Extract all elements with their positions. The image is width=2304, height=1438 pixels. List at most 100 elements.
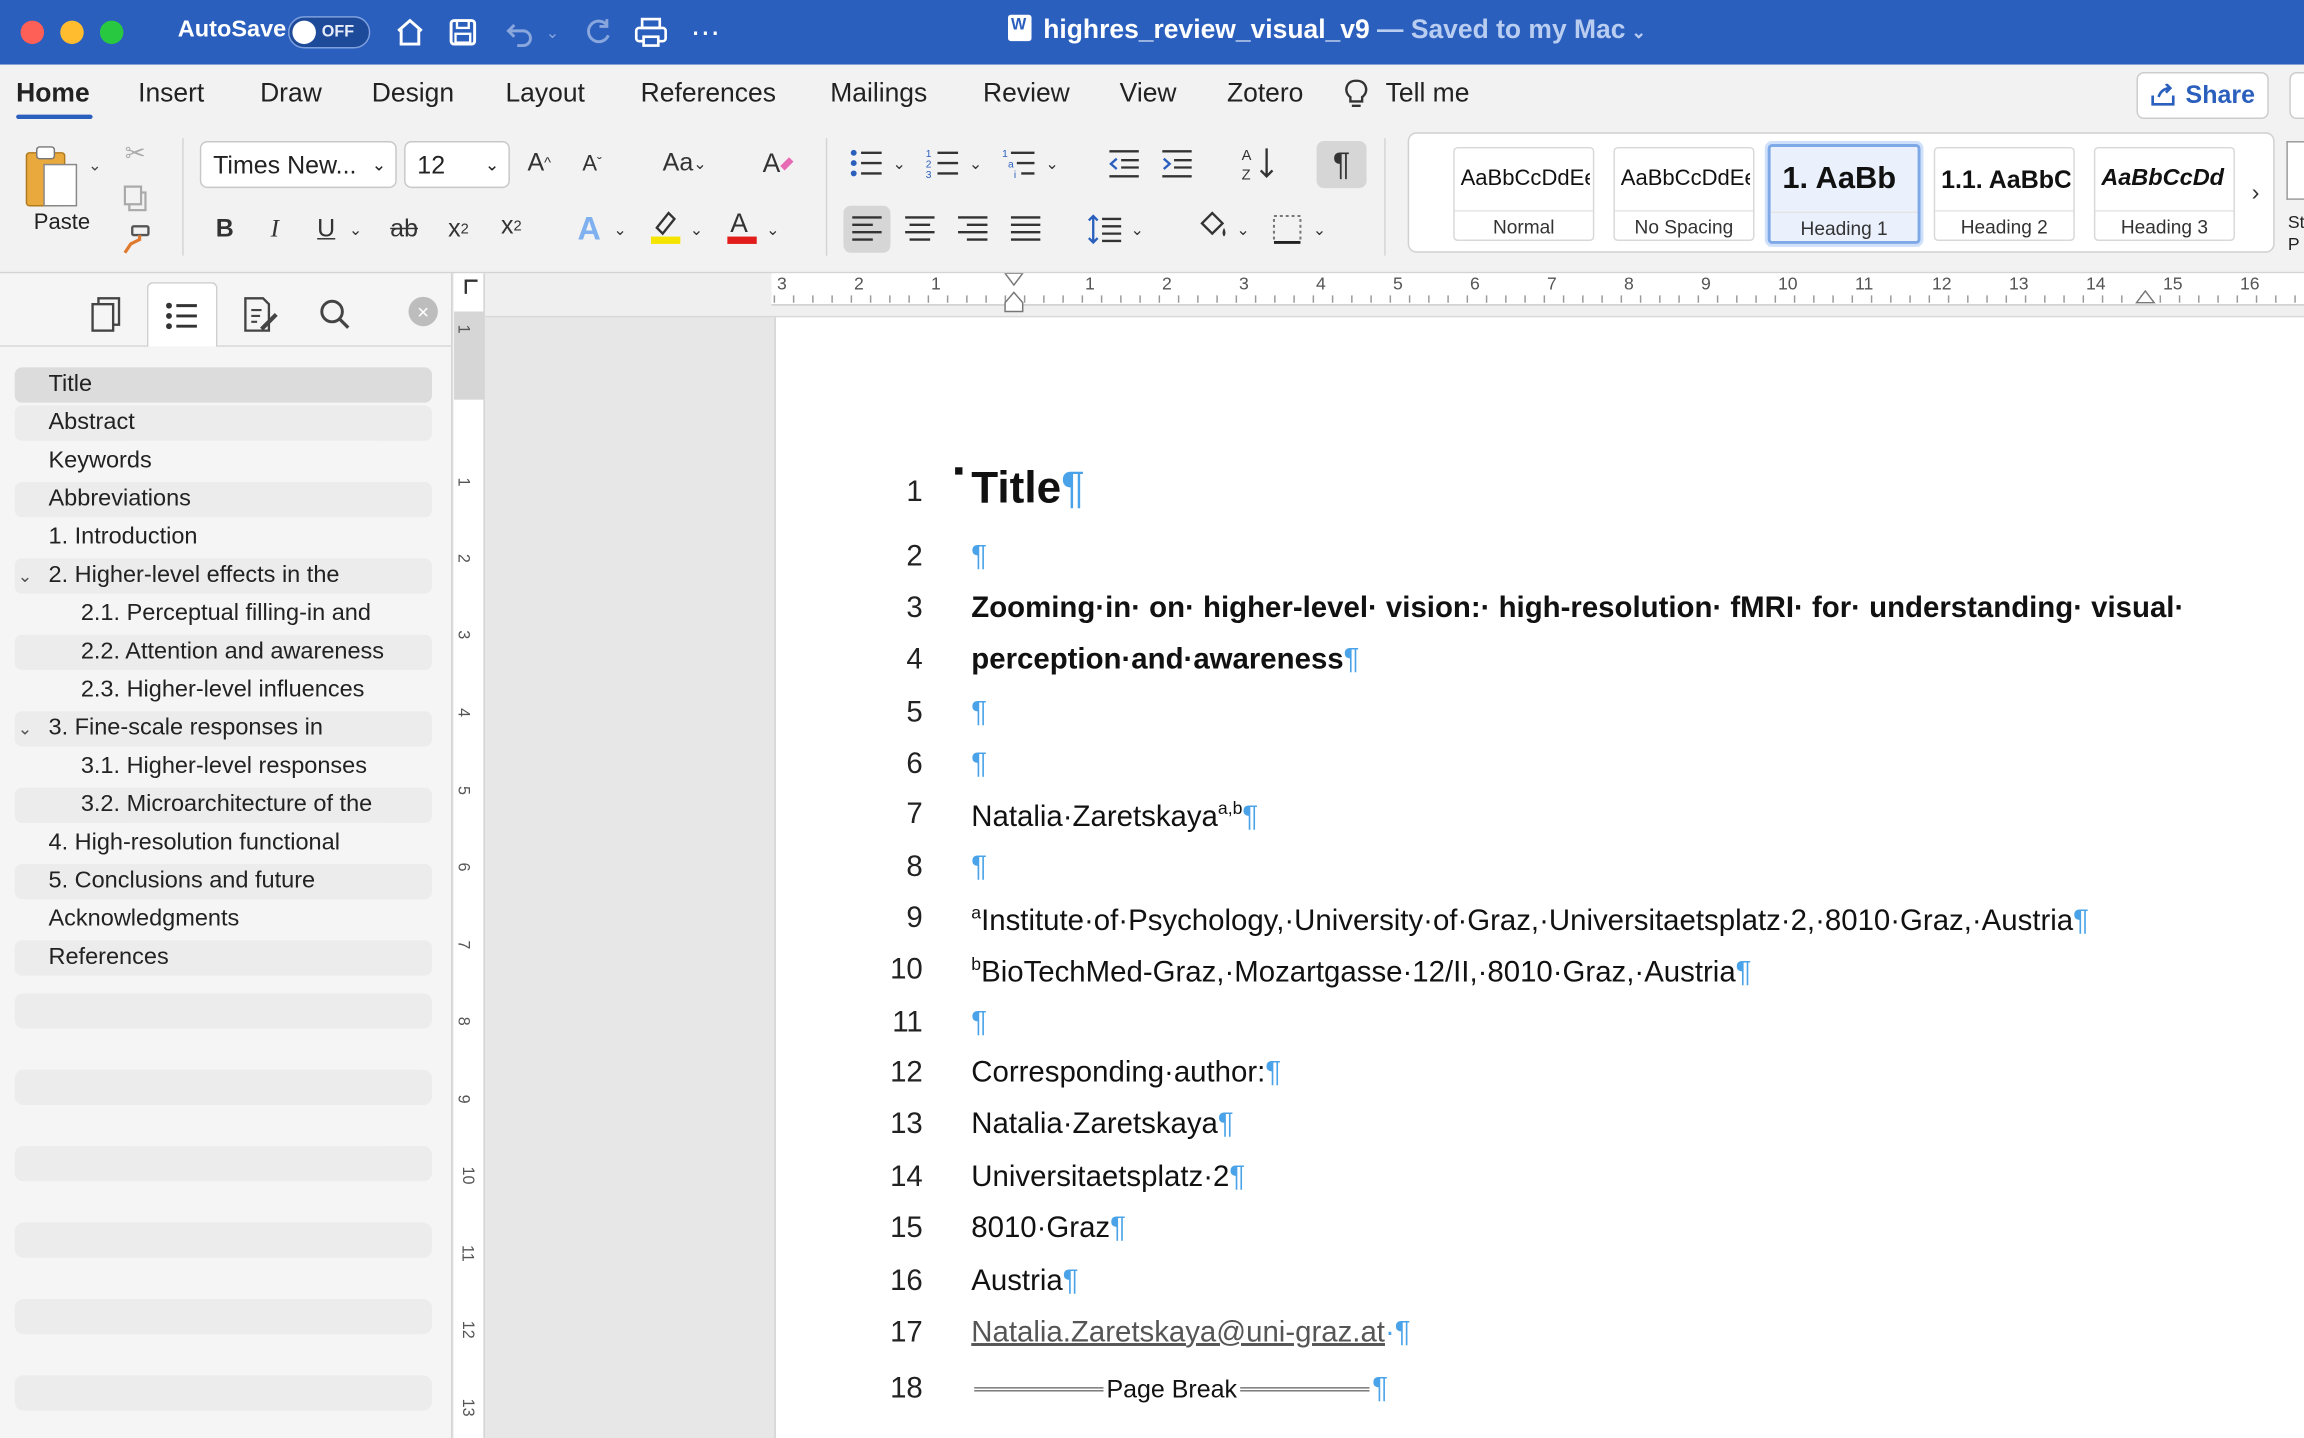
change-case-icon[interactable]: Aa ⌄ — [655, 144, 714, 182]
style-heading-3[interactable]: AaBbCcDd Heading 3 — [2093, 146, 2235, 241]
chevron-down-icon[interactable]: ⌄ — [18, 711, 33, 746]
bold-icon[interactable]: B — [206, 210, 244, 248]
nav-item[interactable]: 4. High-resolution functional — [15, 826, 432, 861]
style-heading-2[interactable]: 1.1. AaBbCc Heading 2 — [1933, 146, 2075, 241]
minimize-window-button[interactable] — [60, 20, 84, 45]
tab-references[interactable]: References — [641, 78, 776, 109]
font-name-dropdown[interactable]: Times New... ⌄ — [199, 141, 397, 189]
undo-icon[interactable] — [498, 12, 539, 53]
paste-options-chevron-icon[interactable]: ⌄ — [88, 156, 102, 175]
italic-icon[interactable]: I — [256, 210, 294, 248]
nav-item[interactable]: ⌄ 2. Higher-level effects in the — [14, 558, 433, 594]
sort-icon[interactable]: AZ — [1240, 144, 1278, 182]
comments-button[interactable] — [2289, 72, 2304, 120]
cut-icon[interactable]: ✂ — [116, 135, 154, 173]
increase-indent-icon[interactable] — [1158, 144, 1196, 182]
line-spacing-icon[interactable] — [1086, 210, 1124, 248]
tab-mailings[interactable]: Mailings — [830, 78, 927, 109]
email-link[interactable]: Natalia.Zaretskaya@uni-graz.at — [971, 1317, 1385, 1349]
paste-button[interactable] — [24, 141, 89, 212]
title-paragraph[interactable]: Title¶ — [971, 464, 1085, 514]
home-icon[interactable] — [389, 12, 430, 53]
chevron-down-icon[interactable]: ⌄ — [1631, 22, 1646, 43]
style-normal[interactable]: AaBbCcDdEe Normal — [1453, 146, 1595, 241]
font-color-chevron-icon[interactable]: ⌄ — [761, 210, 785, 248]
zoom-window-button[interactable] — [99, 20, 124, 45]
nav-item[interactable]: 2.2. Attention and awareness — [14, 634, 433, 671]
align-left-icon[interactable] — [843, 205, 891, 253]
clear-formatting-icon[interactable]: A — [758, 144, 796, 182]
indent-marker-icon[interactable] — [1003, 272, 1025, 317]
underline-icon[interactable]: U — [307, 210, 345, 248]
tab-design[interactable]: Design — [372, 78, 454, 109]
superscript-icon[interactable]: x2 — [492, 207, 530, 245]
borders-icon[interactable] — [1268, 210, 1306, 248]
grow-font-icon[interactable]: A ^ — [520, 144, 558, 182]
strikethrough-icon[interactable]: ab — [385, 210, 423, 248]
search-tab[interactable] — [300, 282, 371, 347]
nav-item[interactable]: 2.1. Perceptual filling-in and — [15, 597, 432, 632]
show-formatting-marks-button[interactable]: ¶ — [1316, 141, 1367, 189]
doc-line[interactable]: Title¶ — [776, 464, 2304, 529]
redo-icon[interactable] — [577, 12, 618, 53]
nav-item[interactable]: Abbreviations — [14, 481, 433, 518]
tell-me-search[interactable]: Tell me — [1386, 78, 1470, 109]
vertical-ruler[interactable]: 1 1 2 3 4 5 6 7 8 9 10 11 12 13 — [454, 273, 485, 1438]
nav-item[interactable]: Keywords — [15, 444, 432, 479]
decrease-indent-icon[interactable] — [1105, 144, 1143, 182]
horizontal-ruler[interactable]: 3 2 1 1 2 3 4 5 6 7 8 9 10 11 12 13 14 15 16 — [771, 272, 2304, 313]
nav-item[interactable]: 3.1. Higher-level responses — [15, 749, 432, 784]
tab-layout[interactable]: Layout — [505, 78, 584, 109]
save-icon[interactable] — [442, 12, 483, 53]
subscript-icon[interactable]: x2 — [439, 210, 477, 248]
document-map-tab[interactable] — [146, 282, 218, 347]
bullets-chevron-icon[interactable]: ⌄ — [888, 144, 912, 182]
tab-home[interactable]: Home — [16, 78, 89, 109]
nav-item[interactable]: References — [14, 940, 433, 976]
highlight-icon[interactable] — [647, 207, 685, 245]
more-icon[interactable]: ⋯ — [685, 12, 726, 53]
underline-options-chevron-icon[interactable]: ⌄ — [344, 210, 368, 248]
close-window-button[interactable] — [20, 20, 45, 45]
close-pane-icon[interactable]: × — [408, 296, 438, 327]
numbering-icon[interactable]: 123 — [924, 144, 962, 182]
highlight-chevron-icon[interactable]: ⌄ — [685, 210, 709, 248]
align-center-icon[interactable] — [901, 210, 939, 248]
print-icon[interactable] — [630, 12, 671, 53]
nav-item[interactable]: 3.2. Microarchitecture of the — [14, 787, 433, 823]
nav-item[interactable]: 2.3. Higher-level influences — [15, 673, 432, 708]
text-effects-icon[interactable]: A — [570, 210, 608, 248]
tab-stop-selector-icon[interactable] — [460, 276, 481, 297]
undo-dropdown-icon[interactable]: ⌄ — [538, 12, 567, 53]
copy-icon[interactable] — [116, 179, 154, 217]
nav-item[interactable]: Abstract — [14, 405, 433, 441]
multilevel-list-icon[interactable]: 1ai — [1001, 144, 1039, 182]
tab-zotero[interactable]: Zotero — [1227, 78, 1303, 109]
borders-chevron-icon[interactable]: ⌄ — [1308, 210, 1332, 248]
format-painter-icon[interactable] — [116, 220, 154, 258]
shading-chevron-icon[interactable]: ⌄ — [1231, 210, 1255, 248]
tab-view[interactable]: View — [1120, 78, 1177, 109]
multilevel-chevron-icon[interactable]: ⌄ — [1040, 144, 1064, 182]
align-right-icon[interactable] — [954, 210, 992, 248]
nav-item[interactable]: Acknowledgments — [15, 902, 432, 937]
shading-icon[interactable] — [1193, 207, 1231, 245]
tab-review[interactable]: Review — [983, 78, 1070, 109]
right-indent-marker-icon[interactable] — [2135, 285, 2156, 306]
style-heading-1[interactable]: 1. AaBb Heading 1 — [1767, 144, 1921, 244]
tab-insert[interactable]: Insert — [138, 78, 204, 109]
nav-item[interactable]: 5. Conclusions and future — [14, 864, 433, 900]
numbering-chevron-icon[interactable]: ⌄ — [964, 144, 988, 182]
chevron-right-icon[interactable]: › — [2244, 175, 2268, 213]
font-size-dropdown[interactable]: 12 ⌄ — [404, 141, 510, 189]
chevron-down-icon[interactable]: ⌄ — [18, 558, 33, 593]
lightbulb-icon[interactable] — [1343, 78, 1369, 118]
tab-draw[interactable]: Draw — [260, 78, 322, 109]
autosave-toggle[interactable]: OFF — [288, 16, 371, 49]
shrink-font-icon[interactable]: Aˇ — [573, 144, 611, 182]
nav-item[interactable]: 1. Introduction — [15, 520, 432, 555]
line-spacing-chevron-icon[interactable]: ⌄ — [1126, 210, 1150, 248]
font-color-icon[interactable]: A — [723, 207, 761, 245]
styles-pane-button[interactable] — [2286, 141, 2304, 200]
style-no-spacing[interactable]: AaBbCcDdEe No Spacing — [1613, 146, 1755, 241]
